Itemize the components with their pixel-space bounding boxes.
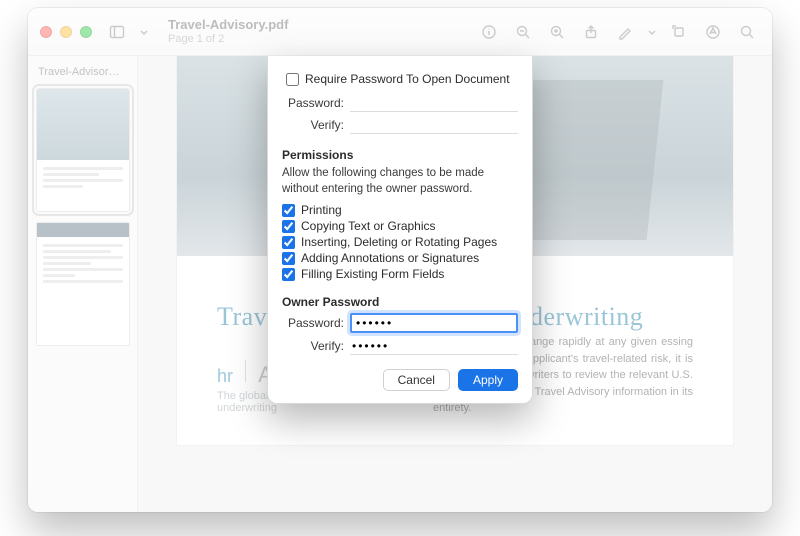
- require-password-checkbox-input[interactable]: [286, 73, 299, 86]
- open-password-input[interactable]: [350, 94, 518, 112]
- owner-verify-input[interactable]: [350, 337, 518, 355]
- permissions-header: Permissions: [282, 148, 518, 162]
- open-verify-input[interactable]: [350, 116, 518, 134]
- owner-password-label: Password:: [282, 316, 344, 330]
- preview-window: Travel-Advisory.pdf Page 1 of 2 Travel-A…: [28, 8, 772, 512]
- permissions-description: Allow the following changes to be made w…: [282, 166, 518, 197]
- open-password-label: Password:: [282, 96, 344, 110]
- require-password-checkbox[interactable]: Require Password To Open Document: [286, 72, 518, 86]
- password-sheet: Require Password To Open Document Passwo…: [267, 56, 533, 404]
- permissions-list: Printing Copying Text or Graphics Insert…: [282, 203, 518, 281]
- perm-annotations[interactable]: Adding Annotations or Signatures: [282, 251, 518, 265]
- perm-inserting[interactable]: Inserting, Deleting or Rotating Pages: [282, 235, 518, 249]
- perm-printing[interactable]: Printing: [282, 203, 518, 217]
- owner-password-header: Owner Password: [282, 295, 518, 309]
- require-password-label: Require Password To Open Document: [305, 72, 510, 86]
- perm-copying[interactable]: Copying Text or Graphics: [282, 219, 518, 233]
- perm-formfields[interactable]: Filling Existing Form Fields: [282, 267, 518, 281]
- apply-button[interactable]: Apply: [458, 369, 518, 391]
- owner-password-input[interactable]: [350, 313, 518, 333]
- owner-verify-label: Verify:: [282, 339, 344, 353]
- open-verify-label: Verify:: [282, 118, 344, 132]
- cancel-button[interactable]: Cancel: [383, 369, 450, 391]
